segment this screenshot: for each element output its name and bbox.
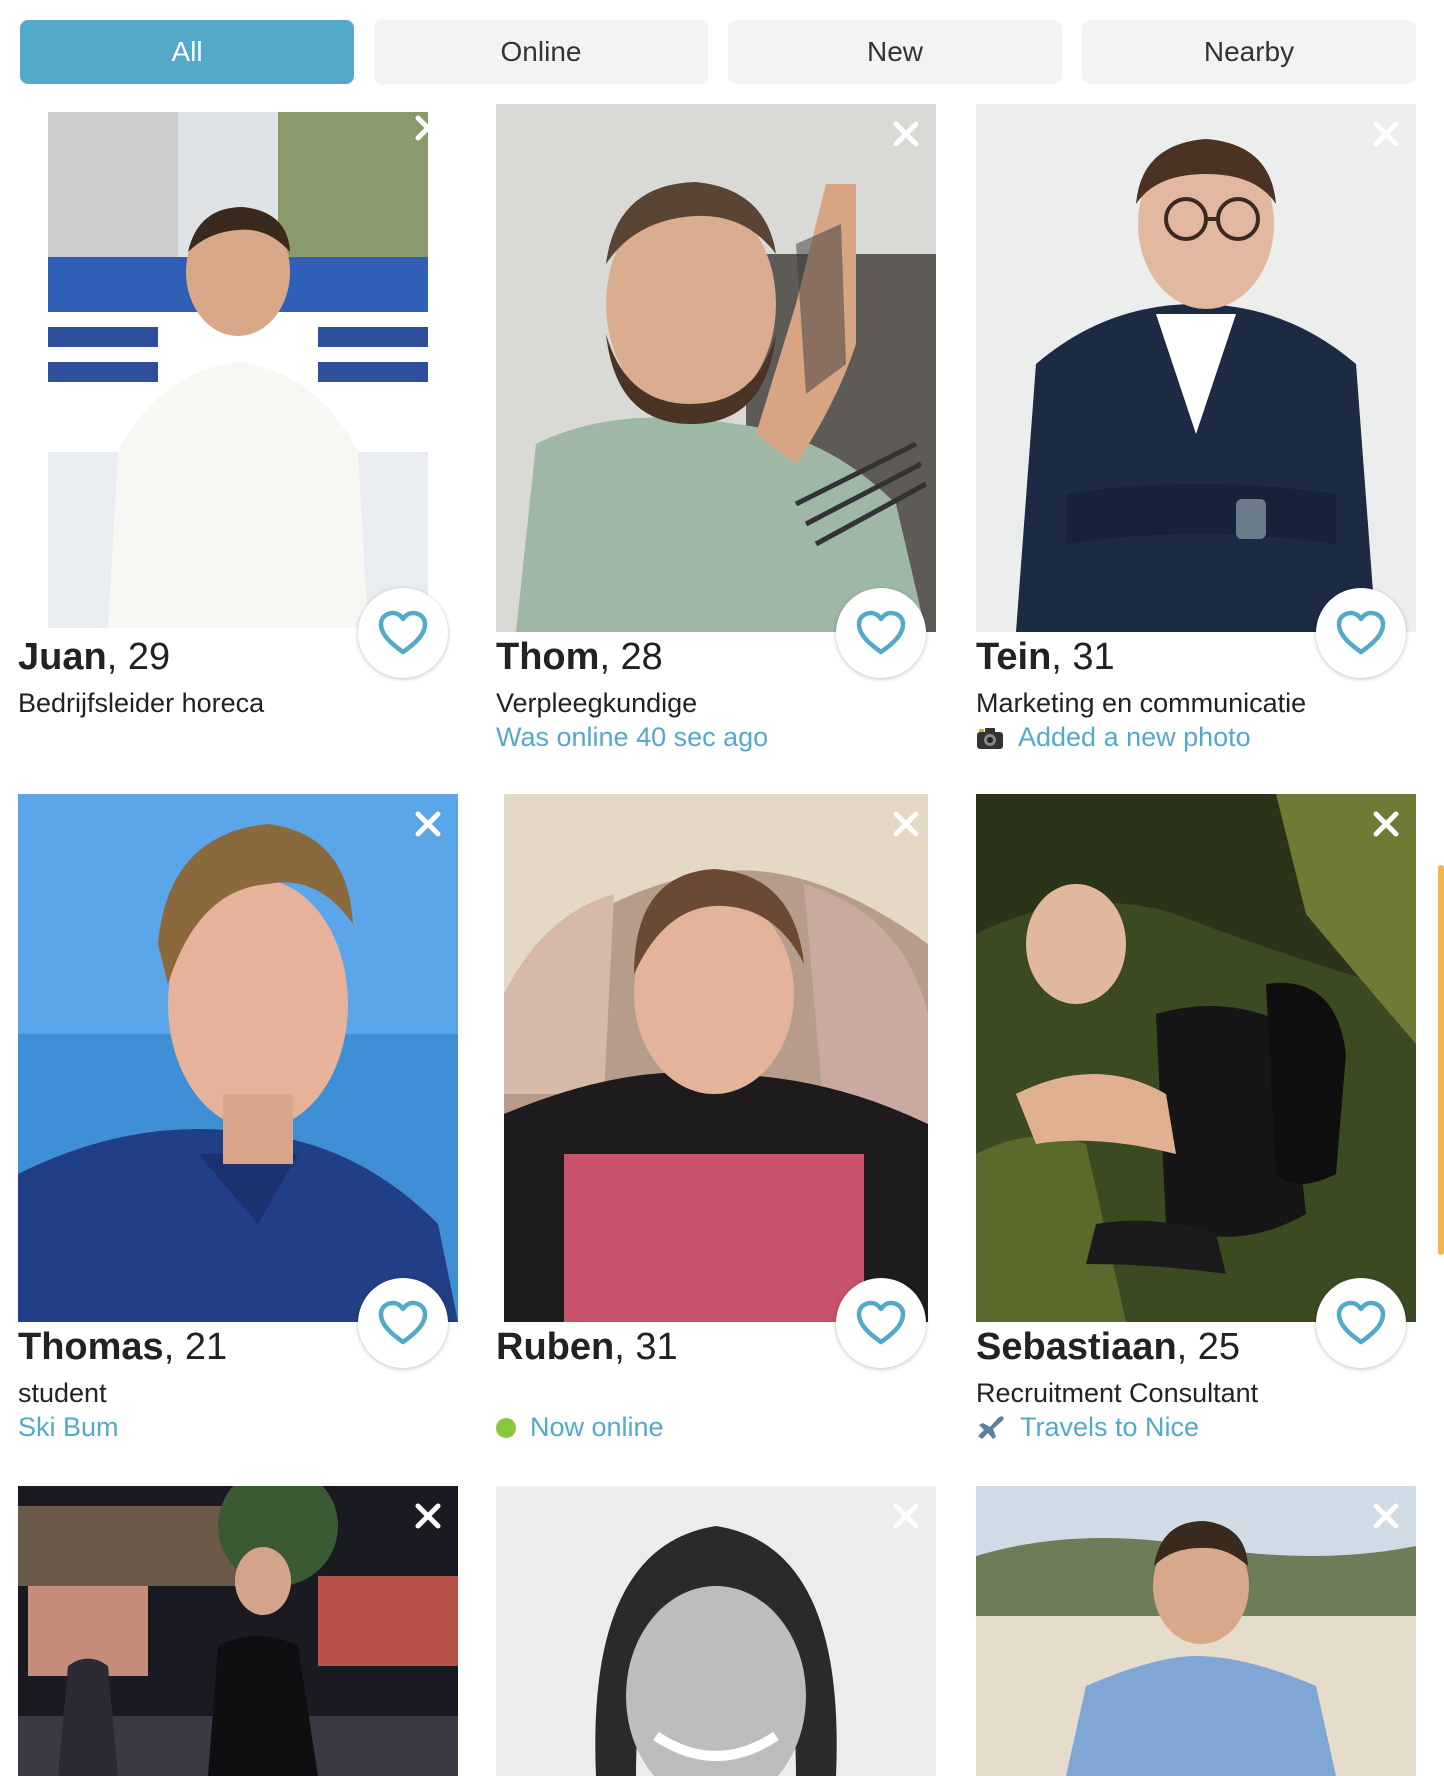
profile-card[interactable]: Thom, 28 Verpleegkundige Was online 40 s… (496, 104, 936, 764)
dismiss-icon[interactable] (890, 118, 922, 150)
photo-image (48, 112, 428, 628)
heart-icon (856, 1300, 906, 1345)
status-text: Now online (530, 1412, 664, 1442)
dismiss-icon[interactable] (412, 808, 444, 840)
like-button[interactable] (358, 1278, 448, 1368)
profile-name: Thom, 28 (496, 636, 663, 679)
age-text: , 21 (163, 1326, 228, 1368)
profile-name: Ruben, 31 (496, 1326, 678, 1369)
status-text: Was online 40 sec ago (496, 722, 769, 752)
profile-photo[interactable] (48, 112, 428, 628)
status-text: Ski Bum (18, 1412, 119, 1442)
profile-card[interactable] (18, 1486, 458, 1776)
dismiss-icon[interactable] (890, 1500, 922, 1532)
age-text: , 29 (106, 636, 171, 678)
tab-nearby[interactable]: Nearby (1082, 20, 1416, 84)
profile-job: Marketing en communicatie (976, 688, 1307, 718)
dismiss-icon[interactable] (412, 112, 444, 144)
photo-image (976, 794, 1416, 1322)
profile-card[interactable]: Thomas, 21 student Ski Bum (18, 794, 458, 1454)
profile-photo[interactable] (496, 1486, 936, 1776)
profile-job: Verpleegkundige (496, 688, 698, 718)
name-text: Ruben (496, 1326, 615, 1368)
profile-photo[interactable] (504, 794, 928, 1322)
profile-name: Juan, 29 (18, 636, 170, 679)
profile-photo[interactable] (18, 1486, 458, 1776)
dismiss-icon[interactable] (1370, 1500, 1402, 1532)
photo-image (496, 1486, 936, 1776)
online-dot-icon (496, 1417, 516, 1438)
tab-all[interactable]: All (20, 20, 354, 84)
heart-icon (856, 610, 906, 655)
age-text: , 25 (1176, 1326, 1241, 1368)
like-button[interactable] (1316, 1278, 1406, 1368)
profile-card[interactable]: Sebastiaan, 25 Recruitment Consultant Tr… (976, 794, 1416, 1454)
name-text: Thom (496, 636, 600, 678)
profile-photo[interactable] (976, 794, 1416, 1322)
photo-image (18, 1486, 458, 1776)
name-text: Thomas (18, 1326, 164, 1368)
profile-photo[interactable] (496, 104, 936, 632)
photo-image (496, 104, 936, 632)
photo-image (976, 1486, 1416, 1776)
profile-card[interactable]: Ruben, 31 Now online (496, 794, 936, 1454)
profile-photo[interactable] (18, 794, 458, 1322)
heart-icon (1336, 1300, 1386, 1345)
camera-icon (976, 726, 1004, 750)
photo-image (18, 794, 458, 1322)
dismiss-icon[interactable] (1370, 808, 1402, 840)
profile-job: Recruitment Consultant (976, 1378, 1259, 1408)
profile-status: Ski Bum (18, 1412, 119, 1443)
scrollbar[interactable] (1438, 865, 1444, 1255)
dismiss-icon[interactable] (890, 808, 922, 840)
photo-image (976, 104, 1416, 632)
profile-status: Was online 40 sec ago (496, 722, 768, 753)
profile-job: Bedrijfsleider horeca (18, 688, 265, 718)
heart-icon (378, 610, 428, 655)
status-text: Added a new photo (1018, 722, 1251, 752)
profile-name: Thomas, 21 (18, 1326, 227, 1369)
profile-card[interactable] (496, 1486, 936, 1776)
profile-status: Now online (496, 1412, 664, 1443)
profile-photo[interactable] (976, 104, 1416, 632)
profile-card[interactable]: Tein, 31 Marketing en communicatie Added… (976, 104, 1416, 764)
dismiss-icon[interactable] (412, 1500, 444, 1532)
age-text: , 31 (614, 1326, 678, 1368)
name-text: Sebastiaan (976, 1326, 1177, 1368)
filter-tabs: All Online New Nearby (20, 20, 1416, 84)
status-text: Travels to Nice (1020, 1412, 1200, 1442)
profile-photo[interactable] (976, 1486, 1416, 1776)
tab-online[interactable]: Online (374, 20, 708, 84)
like-button[interactable] (1316, 588, 1406, 678)
profile-card[interactable] (976, 1486, 1416, 1776)
profile-name: Tein, 31 (976, 636, 1115, 679)
profile-status: Travels to Nice (976, 1412, 1199, 1443)
age-text: , 31 (1051, 636, 1115, 678)
profile-name: Sebastiaan, 25 (976, 1326, 1240, 1369)
tab-new[interactable]: New (728, 20, 1062, 84)
airplane-icon (976, 1414, 1006, 1442)
profile-status: Added a new photo (976, 722, 1251, 753)
age-text: , 28 (599, 636, 663, 678)
heart-icon (1336, 610, 1386, 655)
heart-icon (378, 1300, 428, 1345)
photo-image (504, 794, 928, 1322)
name-text: Juan (18, 636, 107, 678)
profile-card[interactable]: Juan, 29 Bedrijfsleider horeca (18, 104, 458, 764)
profile-job: student (18, 1378, 107, 1408)
dismiss-icon[interactable] (1370, 118, 1402, 150)
name-text: Tein (976, 636, 1052, 678)
like-button[interactable] (358, 588, 448, 678)
like-button[interactable] (836, 1278, 926, 1368)
like-button[interactable] (836, 588, 926, 678)
